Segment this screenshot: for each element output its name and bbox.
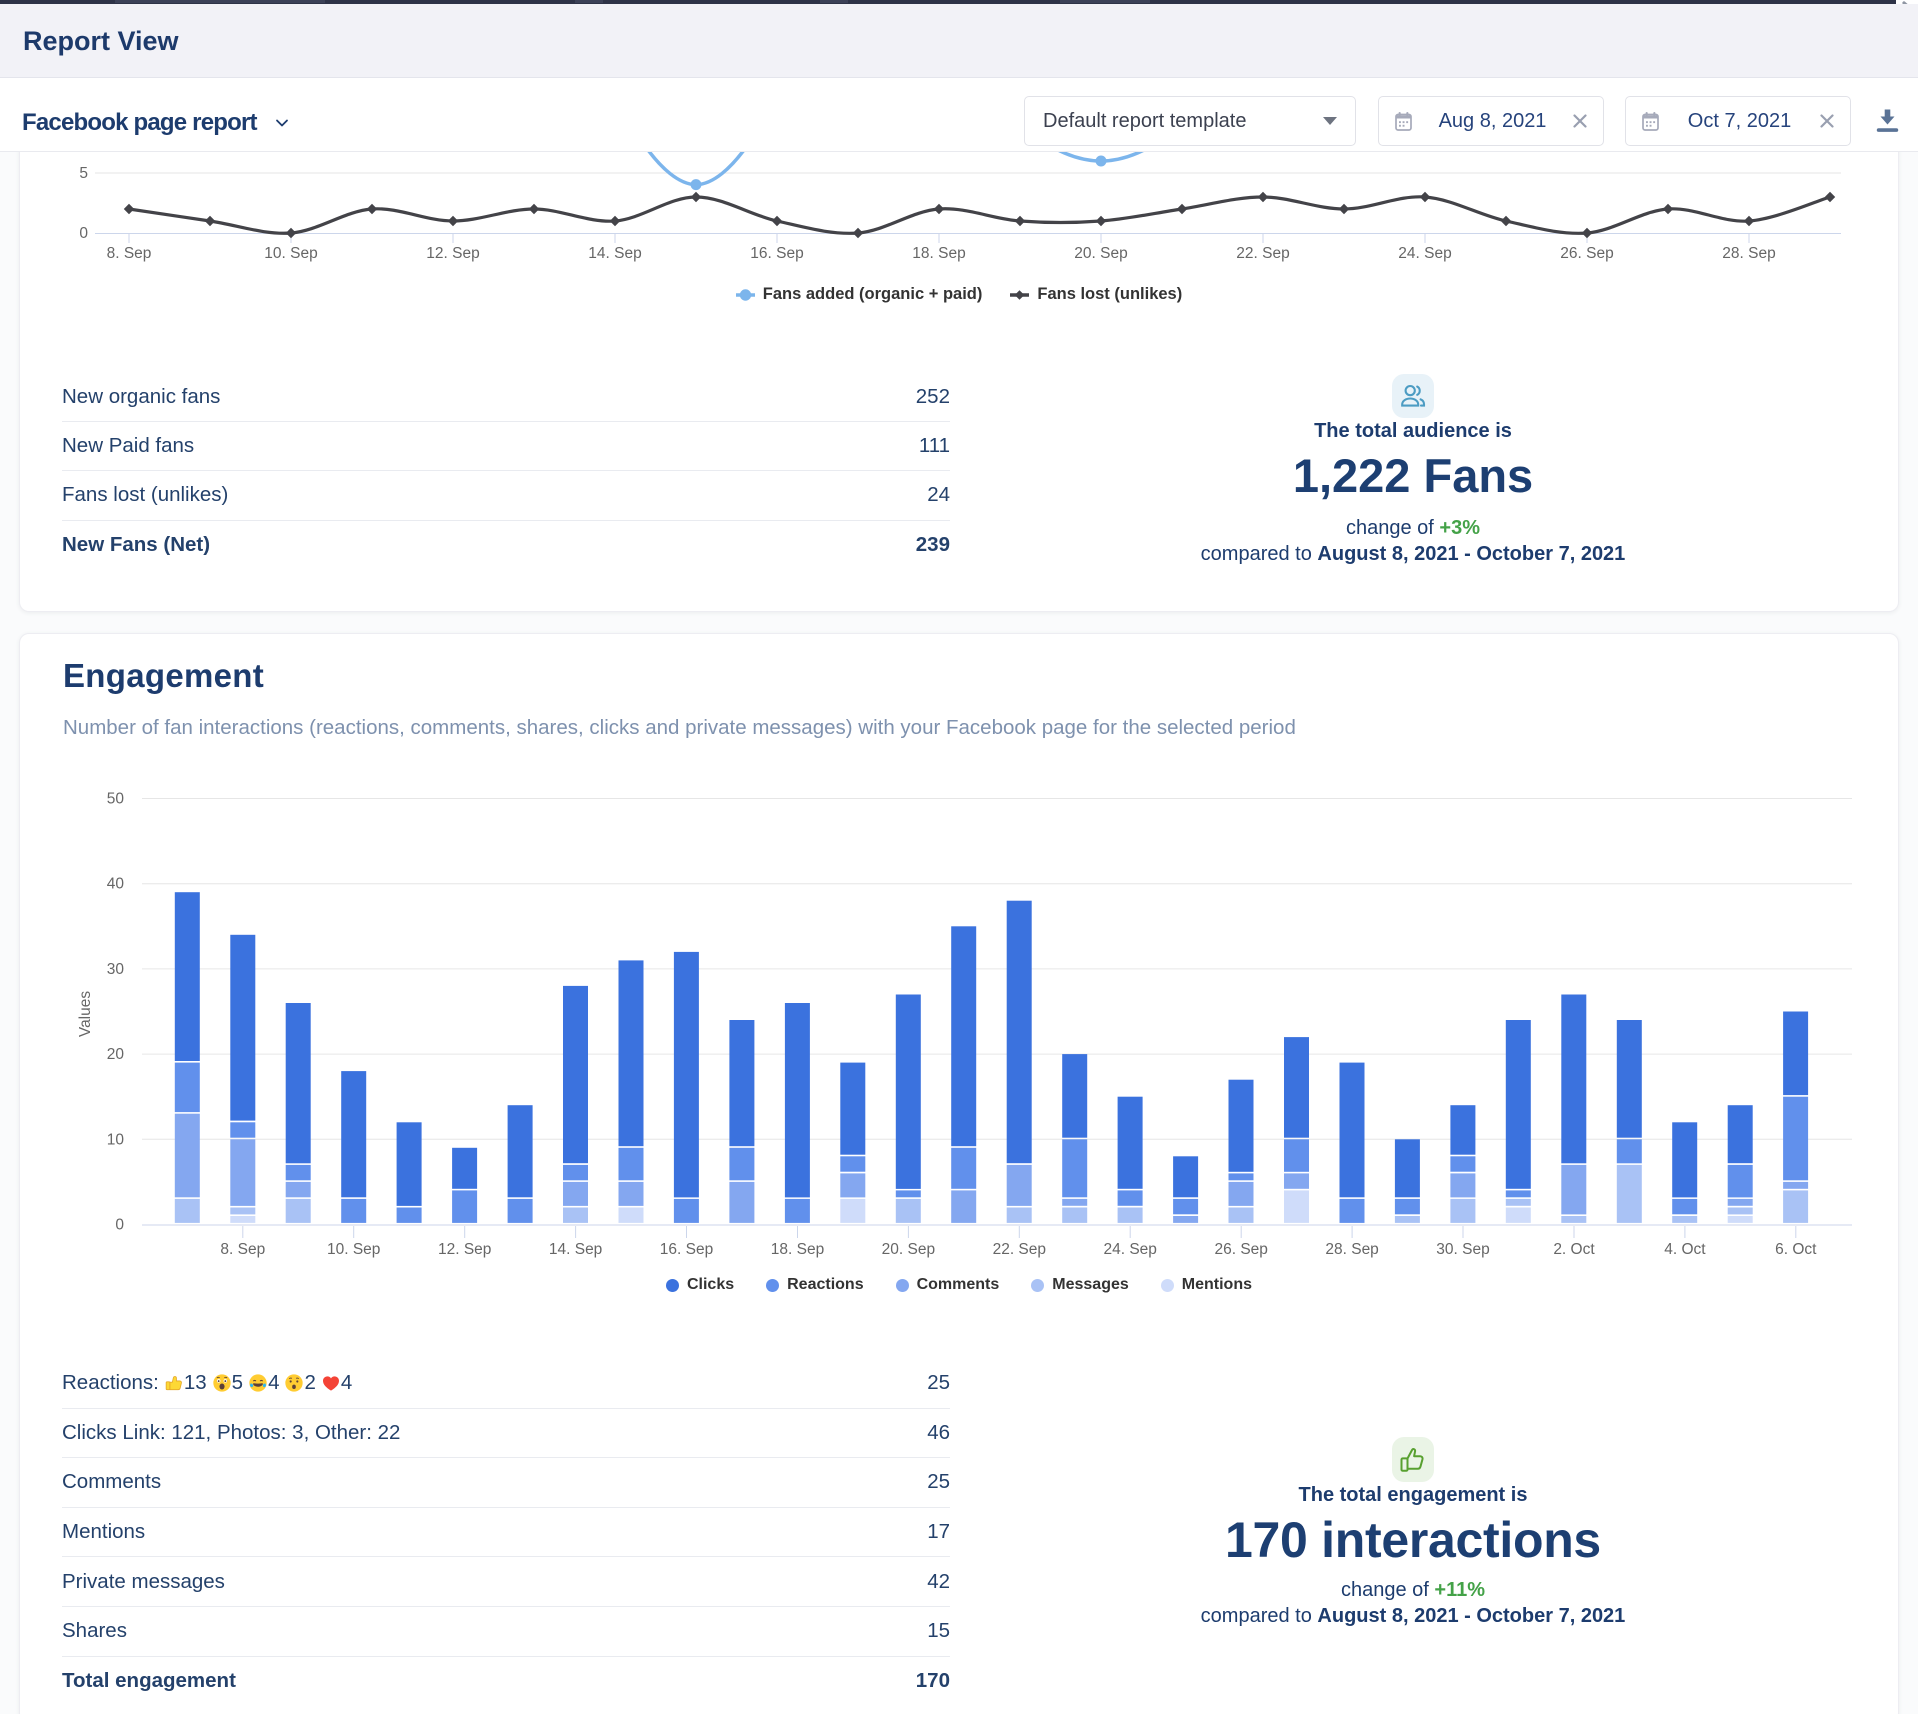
svg-text:10: 10 xyxy=(107,1131,125,1148)
svg-text:20. Sep: 20. Sep xyxy=(882,1241,935,1258)
svg-text:26. Sep: 26. Sep xyxy=(1214,1241,1267,1258)
svg-text:18. Sep: 18. Sep xyxy=(771,1241,824,1258)
svg-text:16. Sep: 16. Sep xyxy=(660,1241,713,1258)
svg-text:22. Sep: 22. Sep xyxy=(993,1241,1046,1258)
svg-text:2. Oct: 2. Oct xyxy=(1553,1241,1595,1258)
svg-text:8. Sep: 8. Sep xyxy=(107,245,152,262)
svg-text:5: 5 xyxy=(79,165,88,182)
svg-text:0: 0 xyxy=(115,1217,124,1234)
svg-text:40: 40 xyxy=(107,876,125,893)
svg-text:20: 20 xyxy=(107,1046,125,1063)
svg-text:28. Sep: 28. Sep xyxy=(1722,245,1775,262)
svg-text:24. Sep: 24. Sep xyxy=(1398,245,1451,262)
svg-text:26. Sep: 26. Sep xyxy=(1560,245,1613,262)
svg-text:12. Sep: 12. Sep xyxy=(438,1241,491,1258)
svg-text:10. Sep: 10. Sep xyxy=(327,1241,380,1258)
svg-text:28. Sep: 28. Sep xyxy=(1325,1241,1378,1258)
svg-text:30. Sep: 30. Sep xyxy=(1436,1241,1489,1258)
svg-text:4. Oct: 4. Oct xyxy=(1664,1241,1706,1258)
svg-text:Values: Values xyxy=(77,991,94,1037)
svg-text:10. Sep: 10. Sep xyxy=(264,245,317,262)
svg-text:8. Sep: 8. Sep xyxy=(220,1241,265,1258)
svg-text:30: 30 xyxy=(107,961,125,978)
svg-text:6. Oct: 6. Oct xyxy=(1775,1241,1817,1258)
svg-text:22. Sep: 22. Sep xyxy=(1236,245,1289,262)
svg-text:50: 50 xyxy=(107,791,125,808)
svg-text:18. Sep: 18. Sep xyxy=(912,245,965,262)
svg-text:16. Sep: 16. Sep xyxy=(750,245,803,262)
svg-text:24. Sep: 24. Sep xyxy=(1103,1241,1156,1258)
svg-text:0: 0 xyxy=(79,225,88,242)
svg-text:20. Sep: 20. Sep xyxy=(1074,245,1127,262)
svg-text:14. Sep: 14. Sep xyxy=(549,1241,602,1258)
svg-text:14. Sep: 14. Sep xyxy=(588,245,641,262)
svg-text:12. Sep: 12. Sep xyxy=(426,245,479,262)
